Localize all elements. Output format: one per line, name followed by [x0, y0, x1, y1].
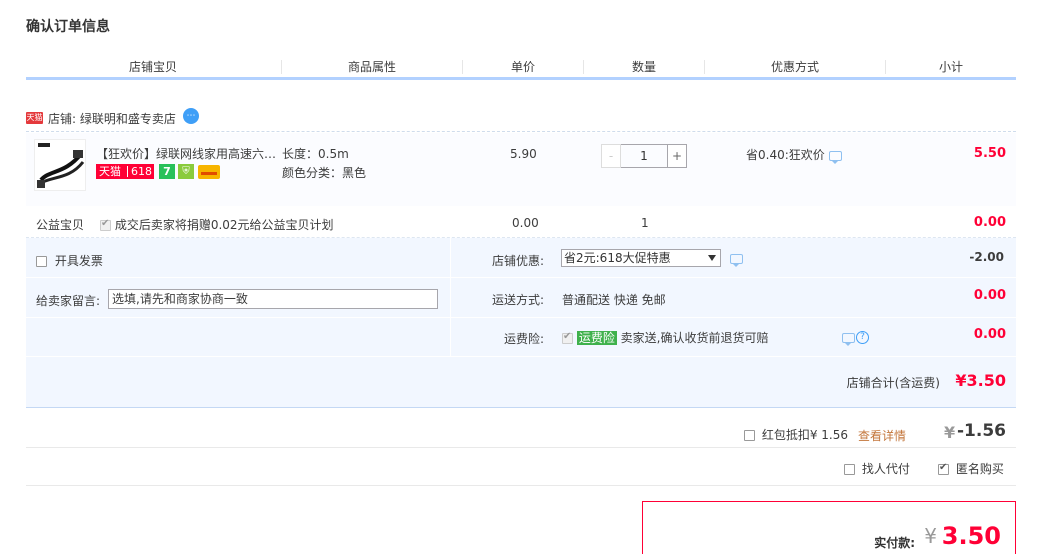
proxy-pay-label: 找人代付	[861, 462, 910, 476]
charity-label: 公益宝贝	[36, 218, 85, 232]
order-options-panel: 开具发票 店铺优惠: 省2元:618大促特惠 -2.00 给卖家留言: 选填,请…	[26, 238, 1016, 408]
cable-image-icon	[35, 140, 85, 190]
insurance-badge: 运费险	[576, 331, 617, 345]
shop-discount-value: 省2元:618大促特惠	[564, 251, 671, 265]
redpacket-label: 红包抵扣¥ 1.56	[761, 428, 848, 442]
insurance-info: 运费险 卖家送,确认收货前退货可赔	[562, 329, 769, 346]
order-item-row: 【狂欢价】绿联网线家用高速六… 天猫 618 7 ⛨ 长度：0.5m 颜色分类：…	[26, 133, 1016, 206]
product-thumbnail[interactable]	[34, 139, 86, 191]
shop-discount-amount: -2.00	[969, 250, 1004, 264]
decrease-quantity-button[interactable]: -	[601, 144, 621, 168]
item-color: 颜色分类：黑色	[282, 166, 367, 180]
seller-message-input[interactable]: 选填,请先和商家协商一致	[108, 289, 438, 309]
invoice-label: 开具发票	[54, 254, 103, 268]
options-row-divider	[26, 277, 1016, 278]
redpacket-checkbox[interactable]	[744, 430, 755, 441]
chevron-down-icon	[708, 255, 716, 261]
item-title-link[interactable]: 【狂欢价】绿联网线家用高速六…	[96, 145, 278, 162]
shop-total-value: ¥3.50	[955, 371, 1006, 390]
item-length: 长度：0.5m	[282, 147, 349, 161]
redpacket-amount: -1.56	[957, 421, 1006, 441]
payment-label: 实付款:	[874, 536, 915, 550]
badge-tmall-text: 天猫	[99, 165, 121, 178]
item-subtotal: 5.50	[973, 146, 1006, 161]
shipping-value: 普通配送 快递 免邮	[562, 293, 666, 307]
invoice-option[interactable]: 开具发票	[36, 252, 103, 269]
quantity-input[interactable]: 1	[621, 144, 667, 168]
insurance-text: 卖家送,确认收货前退货可赔	[620, 331, 769, 345]
insurance-label: 运费险:	[504, 332, 545, 346]
options-divider	[450, 238, 451, 356]
charity-subtotal: 0.00	[973, 215, 1006, 230]
proxy-pay-checkbox[interactable]	[844, 464, 855, 475]
payment-yen: ¥	[924, 524, 937, 548]
anonymous-checkbox[interactable]	[938, 462, 949, 475]
options-row-divider	[26, 317, 1016, 318]
redpacket-details-link[interactable]: 查看详情	[858, 427, 906, 444]
column-subtotal: 小计	[938, 60, 963, 74]
anonymous-label: 匿名购买	[955, 462, 1004, 476]
charity-row: 公益宝贝 成交后卖家将捐赠0.02元给公益宝贝计划 0.00 1 0.00	[26, 206, 1016, 238]
promo-info-icon[interactable]	[828, 150, 842, 164]
seven-day-return-icon[interactable]: 7	[159, 164, 175, 179]
insurance-amount: 0.00	[973, 327, 1006, 342]
redpacket-option[interactable]: 红包抵扣¥ 1.56	[744, 426, 848, 443]
column-discount: 优惠方式	[770, 60, 819, 74]
shipping-amount: 0.00	[973, 288, 1006, 303]
payment-summary: 实付款: ¥ 3.50	[642, 501, 1016, 554]
column-quantity: 数量	[631, 60, 656, 74]
help-icon[interactable]: ?	[856, 331, 869, 344]
charity-quantity: 1	[641, 216, 649, 230]
charity-info: 成交后卖家将捐赠0.02元给公益宝贝计划	[100, 216, 334, 233]
anonymous-option[interactable]: 匿名购买	[938, 460, 1004, 477]
column-price: 单价	[510, 60, 535, 74]
shop-total-label: 店铺合计(含运费)	[846, 376, 940, 390]
column-header: 店铺宝贝 商品属性 单价 数量 优惠方式 小计	[26, 56, 1016, 80]
page-title: 确认订单信息	[26, 19, 110, 35]
guarantee-icon[interactable]: ⛨	[178, 164, 194, 179]
payment-amount: 3.50	[941, 522, 1001, 550]
item-promo: 省0.40:狂欢价	[746, 146, 842, 164]
insurance-checkbox	[562, 331, 573, 344]
column-shop-item: 店铺宝贝	[128, 60, 177, 74]
tmall-shop-icon: 天猫	[26, 112, 43, 124]
discount-info-icon[interactable]	[730, 254, 743, 267]
message-label: 给卖家留言:	[36, 294, 101, 308]
wangwang-chat-icon[interactable]: ⋯	[183, 108, 199, 124]
agent-row: 找人代付 匿名购买	[26, 450, 1016, 486]
increase-quantity-button[interactable]: +	[667, 144, 687, 168]
proxy-pay-option[interactable]: 找人代付	[844, 460, 910, 477]
invoice-checkbox[interactable]	[36, 256, 47, 267]
badge-618-text: 618	[131, 165, 152, 178]
options-row-divider	[26, 356, 1016, 357]
credit-card-icon[interactable]	[198, 165, 220, 179]
quantity-stepper: - 1 +	[601, 144, 687, 168]
redpacket-row: 红包抵扣¥ 1.56 查看详情 ¥ -1.56	[26, 412, 1016, 448]
tmall-618-badge: 天猫 618	[96, 164, 154, 179]
column-attributes: 商品属性	[347, 60, 396, 74]
charity-price: 0.00	[512, 216, 539, 230]
shop-discount-select[interactable]: 省2元:618大促特惠	[561, 249, 721, 267]
shipping-label: 运送方式:	[492, 293, 545, 307]
insurance-info-icon[interactable]	[842, 333, 855, 346]
item-unit-price: 5.90	[510, 147, 537, 161]
shop-discount-label: 店铺优惠:	[492, 254, 545, 268]
redpacket-yen: ¥	[944, 423, 956, 442]
promo-text: 省0.40:狂欢价	[746, 148, 825, 162]
shop-row: 天猫 店铺: 绿联明和盛专卖店 ⋯	[26, 108, 1016, 132]
charity-text: 成交后卖家将捐赠0.02元给公益宝贝计划	[114, 218, 334, 232]
charity-checkbox	[100, 218, 111, 231]
shop-name-link[interactable]: 店铺: 绿联明和盛专卖店	[48, 110, 176, 127]
